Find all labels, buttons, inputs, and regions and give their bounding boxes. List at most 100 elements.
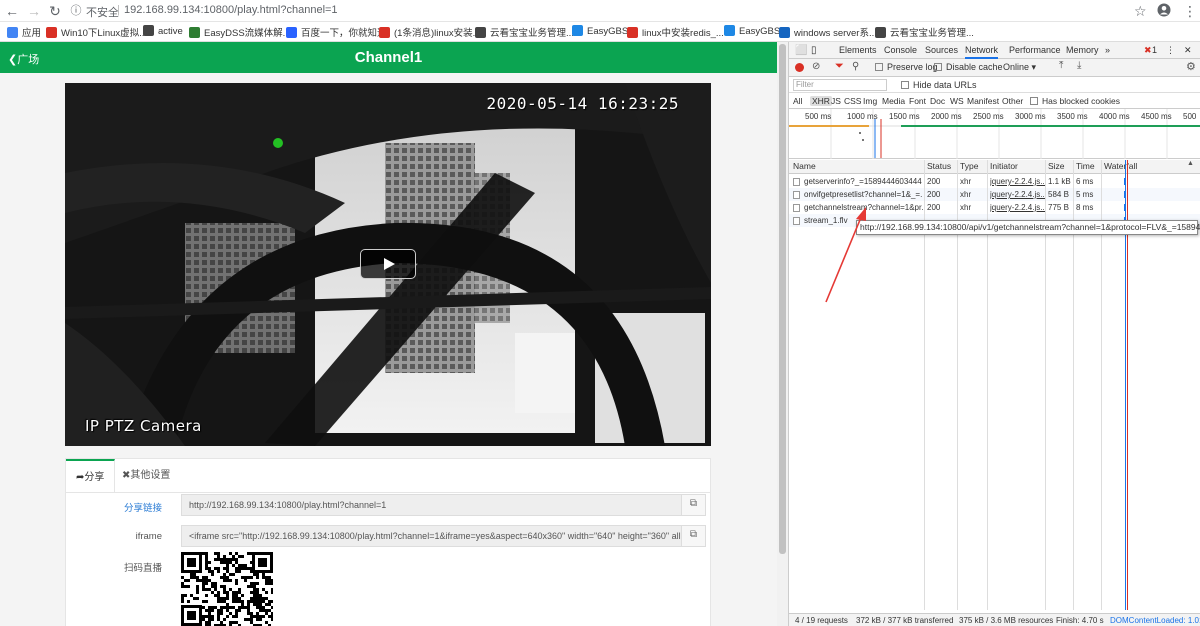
bookmark-label: windows server系... [794, 28, 877, 39]
tab-other-settings[interactable]: ✖其他设置 [112, 459, 180, 492]
filter-icon[interactable]: ⏷ [835, 60, 844, 73]
disable-cache-checkbox[interactable] [934, 63, 942, 71]
forward-arrow-icon[interactable]: → [26, 3, 42, 19]
type-filter-ws[interactable]: WS [950, 96, 964, 106]
sort-icon[interactable]: ▲ [1187, 160, 1194, 167]
profile-icon[interactable] [1157, 3, 1171, 20]
export-icon[interactable]: ⤓ [1077, 60, 1081, 71]
favicon-icon [627, 27, 638, 38]
type-filter-img[interactable]: Img [863, 96, 877, 106]
table-row[interactable]: getchannelstream?channel=1&pr... 200 xhr jq… [789, 201, 1200, 214]
video-camera-label: IP PTZ Camera [85, 417, 202, 435]
page-header: ❮广场 Channel1 [0, 42, 777, 73]
copy-link-button[interactable]: ⧉ [681, 495, 705, 515]
column-header-type[interactable]: Type [960, 160, 978, 173]
reload-icon[interactable]: ↻ [47, 3, 63, 19]
page-title: Channel1 [354, 49, 423, 66]
error-icon[interactable]: ✖ [1144, 45, 1152, 56]
menu-icon[interactable]: ⋮ [1183, 3, 1197, 20]
type-filter-css[interactable]: CSS [844, 96, 861, 106]
bookmark-item[interactable]: 云看宝宝业务管理... [875, 25, 974, 39]
page-viewport: ❮广场 Channel1 2020-05-14 16:23:25 IP PTZ … [0, 42, 788, 626]
column-header-time[interactable]: Time [1076, 160, 1095, 173]
cell-time: 5 ms [1076, 190, 1094, 199]
bookmark-label: 应用 [22, 28, 42, 39]
bookmark-item[interactable]: EasyDSS流媒体解... [189, 25, 291, 39]
back-arrow-icon[interactable]: ← [4, 3, 20, 19]
devtools-tab-network[interactable]: Network [965, 45, 999, 59]
type-filter-manifest[interactable]: Manifest [967, 96, 999, 106]
cell-initiator[interactable]: jquery-2.2.4.js... [990, 175, 1045, 188]
star-icon[interactable]: ☆ [1134, 3, 1147, 20]
bookmark-item[interactable]: windows server系... [779, 25, 877, 39]
devtools-tab-console[interactable]: Console [884, 45, 917, 55]
play-button[interactable] [360, 249, 416, 279]
devtools-settings-icon[interactable]: ⋮ [1166, 45, 1175, 56]
status-transferred: 372 kB / 377 kB transferred [856, 616, 954, 625]
type-filter-all[interactable]: All [793, 96, 802, 106]
filter-input[interactable]: Filter [793, 79, 887, 91]
type-filter-js[interactable]: JS [831, 96, 841, 106]
cell-status: 200 [927, 203, 941, 212]
clear-icon[interactable]: ⊘ [812, 61, 820, 72]
bookmark-item[interactable]: (1条消息)linux安装... [379, 25, 481, 39]
file-icon [793, 178, 800, 186]
share-link-field[interactable]: http://192.168.99.134:10800/play.html?ch… [181, 494, 706, 516]
column-header-size[interactable]: Size [1048, 160, 1065, 173]
record-icon[interactable] [795, 63, 804, 72]
page-scrollbar-thumb[interactable] [779, 44, 786, 554]
bookmark-item[interactable]: EasyGBS [572, 25, 628, 37]
video-player[interactable]: 2020-05-14 16:23:25 IP PTZ Camera [65, 83, 711, 446]
cell-initiator[interactable]: jquery-2.2.4.js... [990, 201, 1045, 214]
type-filter-other[interactable]: Other [1002, 96, 1023, 106]
search-icon[interactable]: ⚲ [852, 61, 859, 72]
favicon-icon [286, 27, 297, 38]
devtools-tab-elements[interactable]: Elements [839, 45, 877, 55]
network-settings-icon[interactable]: ⚙ [1186, 60, 1196, 73]
devtools-tab-memory[interactable]: Memory [1066, 45, 1099, 55]
devtools-tab-sources[interactable]: Sources [925, 45, 958, 55]
import-icon[interactable]: ⤒ [1059, 60, 1063, 71]
type-filter-xhr[interactable]: XHR [810, 96, 832, 106]
table-header: Name Status Type Initiator Size Time Waterfall [789, 160, 1200, 174]
copy-iframe-button[interactable]: ⧉ [681, 526, 705, 546]
devtools-close-icon[interactable]: ✕ [1184, 45, 1192, 56]
type-filter-doc[interactable]: Doc [930, 96, 945, 106]
blocked-cookies-checkbox[interactable] [1030, 97, 1038, 105]
table-row[interactable]: onvifgetpresetlist?channel=1&_=... 200 xhr… [789, 188, 1200, 201]
column-header-name[interactable]: Name [793, 160, 816, 173]
preserve-log-checkbox[interactable] [875, 63, 883, 71]
bookmark-item[interactable]: 应用 [7, 25, 41, 39]
devtools-tab-performance[interactable]: Performance [1009, 45, 1061, 55]
bookmark-item[interactable]: 百度一下，你就知道 [286, 25, 387, 39]
bookmark-item[interactable]: EasyGBS [724, 25, 780, 37]
table-row[interactable]: getserverinfo?_=1589444603444 200 xhr jquer… [789, 175, 1200, 188]
column-header-initiator[interactable]: Initiator [990, 160, 1018, 173]
cell-initiator[interactable]: jquery-2.2.4.js... [990, 188, 1045, 201]
inspect-icon[interactable]: ⬜ [795, 45, 807, 56]
column-header-status[interactable]: Status [927, 160, 951, 173]
devtools-panel: ⬜ ▯ Elements Console Sources Network Per… [788, 42, 1200, 626]
column-header-waterfall[interactable]: Waterfall [1104, 160, 1137, 173]
device-toolbar-icon[interactable]: ▯ [811, 45, 817, 56]
bookmark-item[interactable]: active [143, 25, 183, 37]
cell-size: 584 B [1048, 190, 1069, 199]
type-filter-font[interactable]: Font [909, 96, 926, 106]
devtools-more-tabs[interactable]: » [1105, 45, 1110, 55]
blocked-cookies-label: Has blocked cookies [1042, 96, 1120, 106]
bookmark-item[interactable]: 云看宝宝业务管理... [475, 25, 574, 39]
iframe-code-field[interactable]: <iframe src="http://192.168.99.134:10800… [181, 525, 706, 547]
bookmark-item[interactable]: Win10下Linux虚拟... [46, 25, 147, 39]
bookmark-label: 云看宝宝业务管理... [890, 28, 974, 39]
bookmark-item[interactable]: linux中安装redis_... [627, 25, 724, 39]
type-filter-media[interactable]: Media [882, 96, 905, 106]
tab-share[interactable]: ➦分享 [66, 459, 116, 492]
hide-data-urls-checkbox[interactable] [901, 81, 909, 89]
throttle-select[interactable]: Online ▾ [1003, 62, 1036, 73]
info-icon[interactable]: ⓘ [68, 3, 84, 19]
favicon-icon [46, 27, 57, 38]
url-field[interactable]: 192.168.99.134:10800/play.html?channel=1 [124, 4, 338, 16]
bookmarks-bar: 应用 Win10下Linux虚拟... active EasyDSS流媒体解... 百度… [0, 22, 1200, 42]
bookmark-label: Win10下Linux虚拟... [61, 28, 148, 39]
timeline-tick: 1500 ms [889, 112, 920, 121]
